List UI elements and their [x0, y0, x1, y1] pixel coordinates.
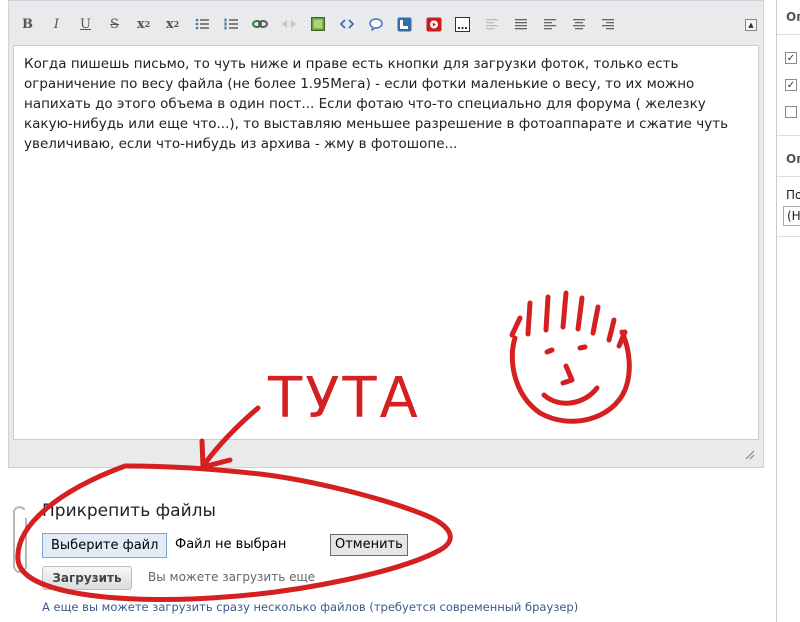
- video-icon: [426, 17, 441, 31]
- speech-bubble-icon: [368, 17, 383, 31]
- align-text-left-button[interactable]: [539, 14, 560, 35]
- sidebar-checkbox-1[interactable]: ✓: [785, 52, 797, 64]
- strikethrough-button[interactable]: S: [104, 14, 125, 35]
- image-icon: [310, 17, 325, 31]
- spoiler-button[interactable]: [394, 14, 415, 35]
- underline-glyph: U: [80, 16, 91, 32]
- sidebar-separator: [777, 176, 800, 177]
- video-button[interactable]: [423, 14, 444, 35]
- editor-toolbar: B I U S x2 x2: [17, 9, 626, 39]
- spoiler-icon: [397, 17, 412, 31]
- text-left-icon: [543, 19, 556, 30]
- sidebar-select[interactable]: (Н: [783, 206, 800, 226]
- align-justify-button[interactable]: [510, 14, 531, 35]
- editor-frame: B I U S x2 x2 ▲ Когда пишешь письмо, то …: [8, 0, 764, 468]
- multi-upload-link[interactable]: А еще вы можете загрузить сразу нескольк…: [42, 600, 578, 614]
- link-icon: [251, 20, 268, 28]
- more-icon: [455, 16, 470, 32]
- sidebar-separator: [777, 34, 800, 35]
- numbered-list-button[interactable]: [220, 14, 241, 35]
- sidebar-header-options-2: Ог: [786, 152, 800, 166]
- code-icon: [339, 19, 354, 29]
- resize-grip-icon[interactable]: [743, 448, 755, 460]
- options-sidebar: Ог ✓ ✓ Ог По (Н: [777, 0, 800, 622]
- sidebar-separator: [777, 135, 800, 136]
- editor-status-bar: [13, 441, 759, 463]
- message-body-text: Когда пишешь письмо, то чуть ниже и прав…: [24, 56, 729, 152]
- sidebar-checkbox-3[interactable]: [785, 106, 797, 118]
- message-textarea[interactable]: Когда пишешь письмо, то чуть ниже и прав…: [13, 45, 759, 440]
- upload-button[interactable]: Загрузить: [42, 566, 132, 590]
- quote-button[interactable]: [365, 14, 386, 35]
- sidebar-separator: [777, 236, 800, 237]
- sidebar-header-options: Ог: [786, 10, 800, 24]
- italic-button[interactable]: I: [46, 14, 67, 35]
- align-right-button[interactable]: [597, 14, 618, 35]
- choose-file-button[interactable]: Выберите файл: [42, 533, 168, 558]
- align-right-icon: [601, 19, 614, 30]
- upload-hint-text: Вы можете загрузить еще: [148, 570, 316, 584]
- subscript-index: 2: [144, 19, 151, 29]
- checkmark-icon: ✓: [786, 80, 796, 91]
- checkmark-icon: ✓: [786, 53, 796, 64]
- unlink-icon: [281, 20, 296, 28]
- sidebar-field-label: По: [786, 188, 800, 202]
- subscript-button[interactable]: x2: [133, 14, 154, 35]
- image-button[interactable]: [307, 14, 328, 35]
- code-button[interactable]: [336, 14, 357, 35]
- file-status-text: Файл не выбран: [175, 537, 287, 552]
- collapse-toolbar-button[interactable]: ▲: [745, 19, 757, 31]
- underline-button[interactable]: U: [75, 14, 96, 35]
- align-justify-icon: [514, 19, 527, 30]
- cancel-button[interactable]: Отменить: [330, 534, 408, 556]
- more-button[interactable]: [452, 14, 473, 35]
- attach-files-title: Прикрепить файлы: [42, 501, 216, 521]
- align-center-icon: [572, 19, 585, 30]
- collapse-arrow-icon: ▲: [748, 21, 754, 29]
- unlink-button[interactable]: [278, 14, 299, 35]
- align-left-button[interactable]: [481, 14, 502, 35]
- bold-button[interactable]: B: [17, 14, 38, 35]
- superscript-button[interactable]: x2: [162, 14, 183, 35]
- align-left-icon: [485, 19, 498, 30]
- bullet-list-icon: [195, 18, 209, 30]
- subscript-glyph: x: [136, 16, 145, 32]
- paperclip-icon: [13, 506, 27, 573]
- align-center-button[interactable]: [568, 14, 589, 35]
- bold-glyph: B: [22, 16, 33, 32]
- italic-glyph: I: [53, 16, 60, 32]
- bullet-list-button[interactable]: [191, 14, 212, 35]
- strikethrough-glyph: S: [110, 16, 119, 32]
- superscript-index: 2: [173, 19, 180, 29]
- link-button[interactable]: [249, 14, 270, 35]
- superscript-glyph: x: [165, 16, 174, 32]
- sidebar-checkbox-2[interactable]: ✓: [785, 79, 797, 91]
- numbered-list-icon: [224, 18, 238, 30]
